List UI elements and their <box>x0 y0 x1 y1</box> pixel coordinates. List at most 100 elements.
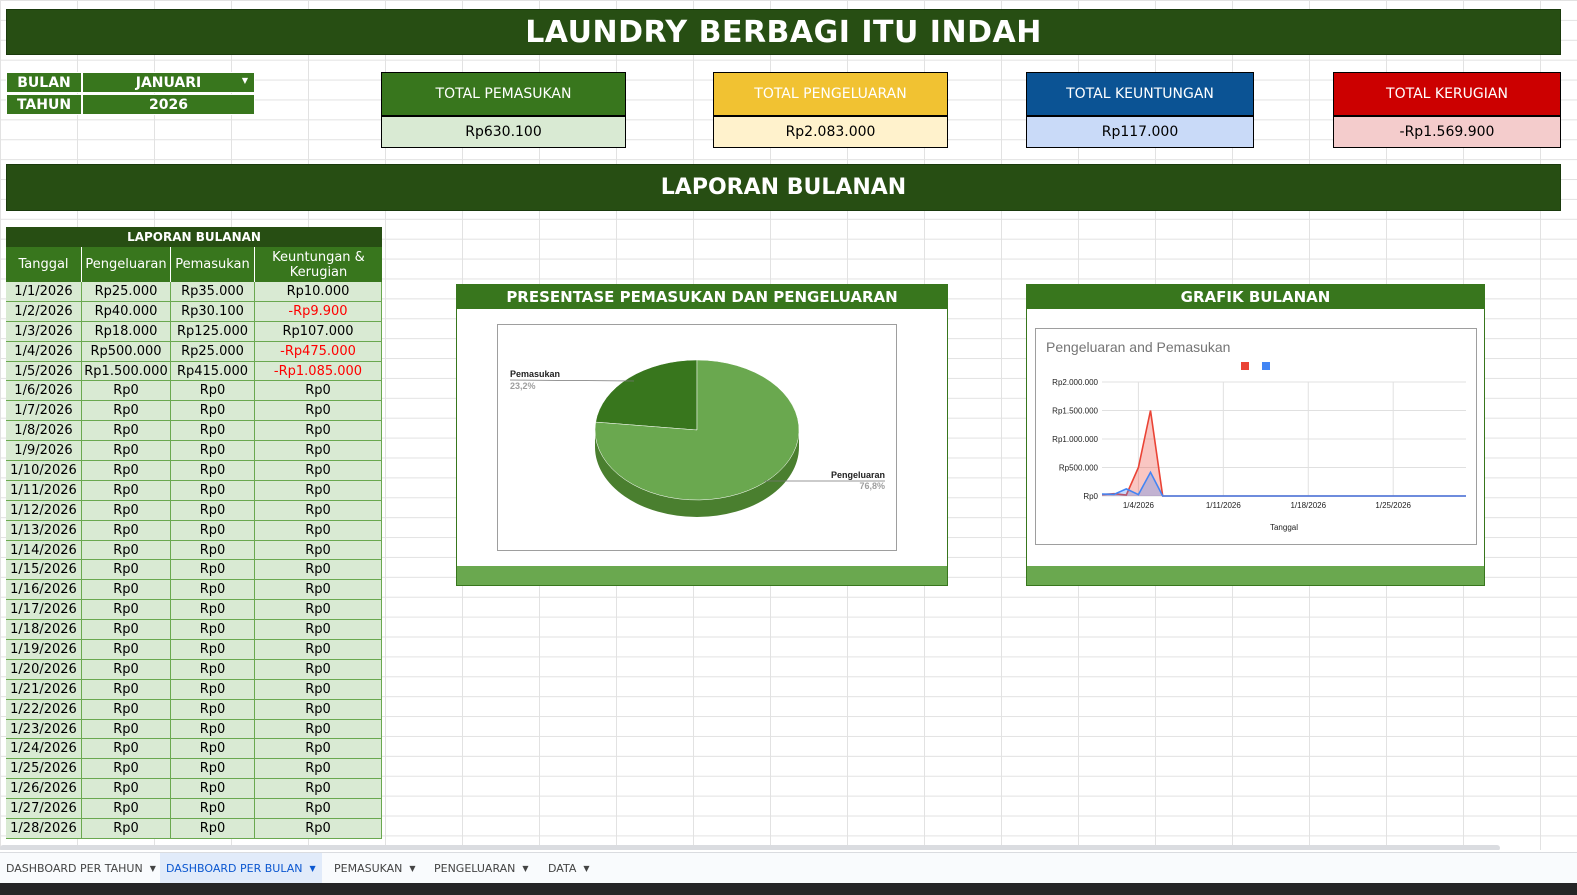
cell-tanggal[interactable]: 1/8/2026 <box>6 421 82 442</box>
cell-pengeluaran[interactable]: Rp0 <box>82 819 171 839</box>
cell-pengeluaran[interactable]: Rp0 <box>82 580 171 601</box>
cell-pemasukan[interactable]: Rp0 <box>171 520 255 541</box>
cell-pemasukan[interactable]: Rp0 <box>171 421 255 442</box>
cell-pemasukan[interactable]: Rp0 <box>171 659 255 680</box>
cell-tanggal[interactable]: 1/25/2026 <box>6 759 82 780</box>
cell-tanggal[interactable]: 1/3/2026 <box>6 321 82 342</box>
cell-pemasukan[interactable]: Rp0 <box>171 381 255 402</box>
cell-keuntungan[interactable]: Rp0 <box>255 580 382 601</box>
cell-pengeluaran[interactable]: Rp25.000 <box>82 282 171 302</box>
chevron-down-icon[interactable]: ▼ <box>409 864 415 873</box>
cell-tanggal[interactable]: 1/9/2026 <box>6 441 82 462</box>
cell-pengeluaran[interactable]: Rp0 <box>82 739 171 760</box>
cell-pemasukan[interactable]: Rp415.000 <box>171 361 255 382</box>
cell-keuntungan[interactable]: Rp0 <box>255 640 382 660</box>
cell-pengeluaran[interactable]: Rp0 <box>82 620 171 641</box>
cell-keuntungan[interactable]: Rp0 <box>255 500 382 521</box>
cell-tanggal[interactable]: 1/6/2026 <box>6 381 82 402</box>
cell-pemasukan[interactable]: Rp0 <box>171 699 255 720</box>
cell-tanggal[interactable]: 1/10/2026 <box>6 461 82 481</box>
cell-pengeluaran[interactable]: Rp1.500.000 <box>82 361 171 382</box>
line-chart[interactable]: Pengeluaran and Pemasukan Rp0 Rp500.000 Rp1… <box>1035 328 1477 545</box>
cell-keuntungan[interactable]: Rp0 <box>255 620 382 641</box>
cell-tanggal[interactable]: 1/12/2026 <box>6 500 82 521</box>
cell-pemasukan[interactable]: Rp0 <box>171 719 255 740</box>
cell-pemasukan[interactable]: Rp0 <box>171 540 255 561</box>
horizontal-scrollbar[interactable] <box>0 845 1500 850</box>
cell-pemasukan[interactable]: Rp0 <box>171 819 255 839</box>
cell-tanggal[interactable]: 1/21/2026 <box>6 679 82 700</box>
column-header-keuntungan[interactable]: Keuntungan & Kerugian <box>255 247 382 282</box>
cell-pemasukan[interactable]: Rp0 <box>171 441 255 462</box>
cell-tanggal[interactable]: 1/7/2026 <box>6 401 82 422</box>
cell-tanggal[interactable]: 1/11/2026 <box>6 480 82 501</box>
cell-keuntungan[interactable]: Rp0 <box>255 759 382 780</box>
cell-keuntungan[interactable]: Rp0 <box>255 480 382 501</box>
cell-pengeluaran[interactable]: Rp0 <box>82 719 171 740</box>
cell-pengeluaran[interactable]: Rp18.000 <box>82 321 171 342</box>
pie-chart[interactable]: Pemasukan 23,2% Pengeluaran 76,8% <box>497 324 897 551</box>
cell-pengeluaran[interactable]: Rp0 <box>82 799 171 820</box>
cell-pengeluaran[interactable]: Rp0 <box>82 600 171 621</box>
chevron-down-icon[interactable]: ▼ <box>309 864 315 873</box>
cell-pengeluaran[interactable]: Rp0 <box>82 421 171 442</box>
cell-pengeluaran[interactable]: Rp0 <box>82 520 171 541</box>
cell-keuntungan[interactable]: Rp0 <box>255 600 382 621</box>
cell-tanggal[interactable]: 1/16/2026 <box>6 580 82 601</box>
cell-keuntungan[interactable]: -Rp475.000 <box>255 341 382 362</box>
cell-keuntungan[interactable]: Rp0 <box>255 421 382 442</box>
cell-tanggal[interactable]: 1/26/2026 <box>6 779 82 800</box>
cell-keuntungan[interactable]: Rp10.000 <box>255 282 382 302</box>
cell-tanggal[interactable]: 1/20/2026 <box>6 659 82 680</box>
sheet-tab-pemasukan[interactable]: PEMASUKAN ▼ <box>328 853 422 884</box>
cell-keuntungan[interactable]: Rp0 <box>255 739 382 760</box>
cell-pengeluaran[interactable]: Rp0 <box>82 640 171 660</box>
cell-tanggal[interactable]: 1/17/2026 <box>6 600 82 621</box>
cell-keuntungan[interactable]: Rp0 <box>255 799 382 820</box>
legend-swatch[interactable] <box>1241 362 1249 370</box>
cell-pengeluaran[interactable]: Rp0 <box>82 560 171 581</box>
cell-pengeluaran[interactable]: Rp0 <box>82 540 171 561</box>
cell-pengeluaran[interactable]: Rp0 <box>82 699 171 720</box>
cell-tanggal[interactable]: 1/13/2026 <box>6 520 82 541</box>
cell-pengeluaran[interactable]: Rp0 <box>82 480 171 501</box>
cell-pemasukan[interactable]: Rp0 <box>171 640 255 660</box>
cell-keuntungan[interactable]: Rp0 <box>255 520 382 541</box>
cell-pemasukan[interactable]: Rp0 <box>171 679 255 700</box>
cell-pengeluaran[interactable]: Rp0 <box>82 381 171 402</box>
cell-keuntungan[interactable]: Rp0 <box>255 659 382 680</box>
cell-tanggal[interactable]: 1/22/2026 <box>6 699 82 720</box>
cell-tanggal[interactable]: 1/4/2026 <box>6 341 82 362</box>
spreadsheet-grid[interactable]: LAUNDRY BERBAGI ITU INDAH BULAN JANUARI … <box>0 0 1577 850</box>
cell-tanggal[interactable]: 1/28/2026 <box>6 819 82 839</box>
column-header-pengeluaran[interactable]: Pengeluaran <box>82 247 171 282</box>
pie-slice-pemasukan[interactable] <box>595 359 698 431</box>
cell-pengeluaran[interactable]: Rp40.000 <box>82 301 171 322</box>
cell-pemasukan[interactable]: Rp0 <box>171 500 255 521</box>
cell-tanggal[interactable]: 1/24/2026 <box>6 739 82 760</box>
sheet-tab-pengeluaran[interactable]: PENGELUARAN ▼ <box>428 853 535 884</box>
cell-pemasukan[interactable]: Rp25.000 <box>171 341 255 362</box>
sheet-tab-data[interactable]: DATA ▼ <box>542 853 596 884</box>
cell-pengeluaran[interactable]: Rp0 <box>82 500 171 521</box>
cell-pengeluaran[interactable]: Rp0 <box>82 441 171 462</box>
cell-keuntungan[interactable]: Rp0 <box>255 401 382 422</box>
cell-keuntungan[interactable]: -Rp1.085.000 <box>255 361 382 382</box>
cell-pemasukan[interactable]: Rp125.000 <box>171 321 255 342</box>
cell-keuntungan[interactable]: Rp0 <box>255 819 382 839</box>
cell-keuntungan[interactable]: Rp0 <box>255 560 382 581</box>
chevron-down-icon[interactable]: ▼ <box>522 864 528 873</box>
cell-keuntungan[interactable]: -Rp9.900 <box>255 301 382 322</box>
cell-keuntungan[interactable]: Rp0 <box>255 461 382 481</box>
cell-pengeluaran[interactable]: Rp0 <box>82 461 171 481</box>
cell-pemasukan[interactable]: Rp30.100 <box>171 301 255 322</box>
cell-keuntungan[interactable]: Rp0 <box>255 540 382 561</box>
cell-tanggal[interactable]: 1/5/2026 <box>6 361 82 382</box>
cell-pemasukan[interactable]: Rp0 <box>171 461 255 481</box>
cell-tanggal[interactable]: 1/19/2026 <box>6 640 82 660</box>
sheet-tab-dashboard-per-bulan[interactable]: DASHBOARD PER BULAN ▼ <box>160 853 322 884</box>
cell-keuntungan[interactable]: Rp0 <box>255 679 382 700</box>
cell-keuntungan[interactable]: Rp0 <box>255 779 382 800</box>
cell-keuntungan[interactable]: Rp0 <box>255 719 382 740</box>
column-header-pemasukan[interactable]: Pemasukan <box>171 247 255 282</box>
